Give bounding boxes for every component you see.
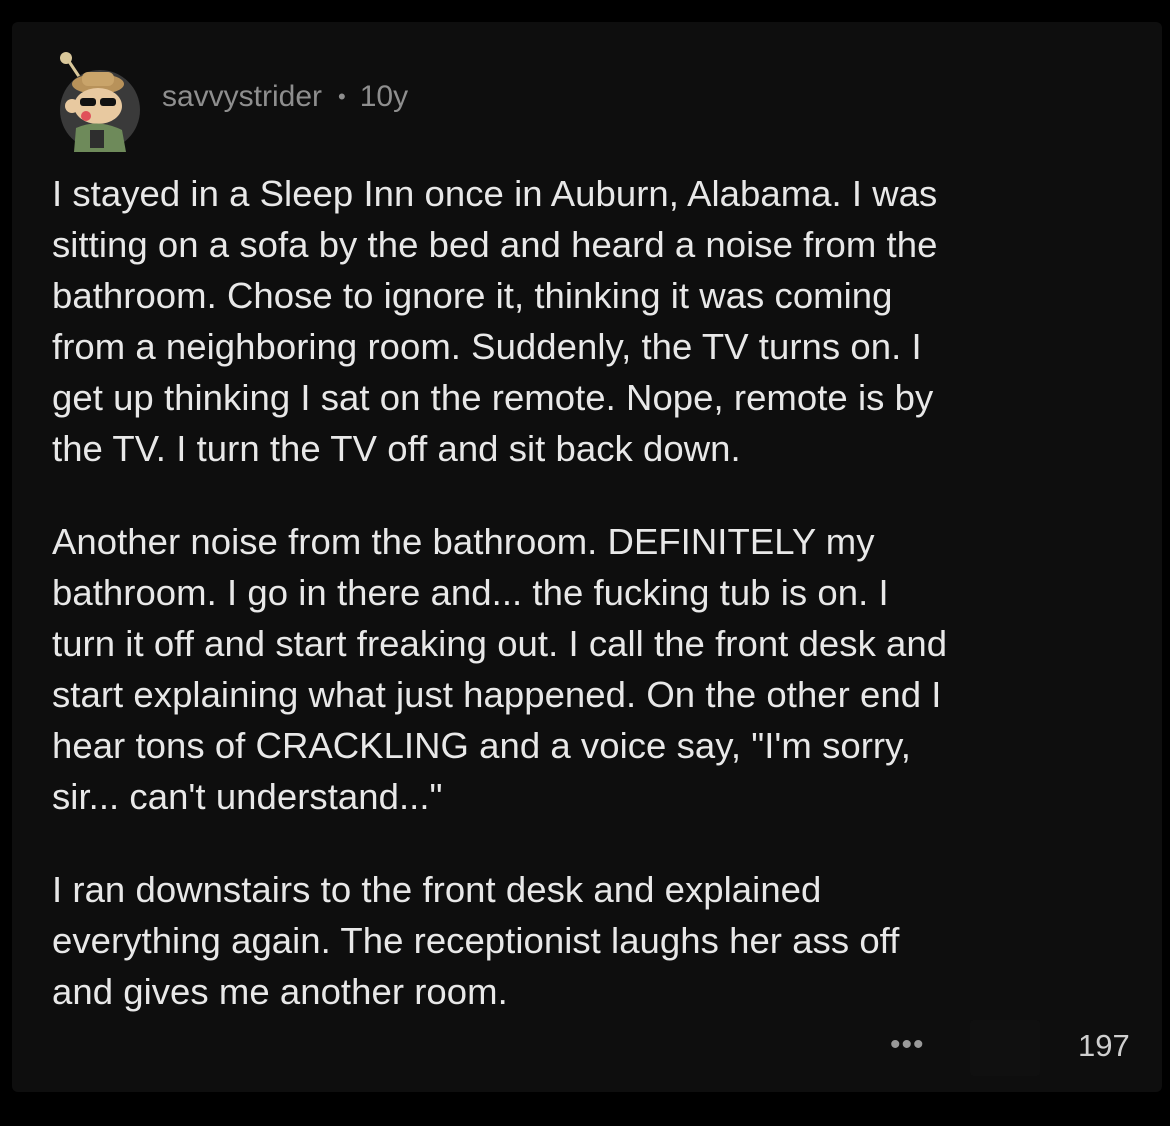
comment-age: 10y	[359, 80, 409, 113]
more-options-icon[interactable]: •••	[890, 1030, 925, 1060]
meta-separator: •	[338, 84, 346, 109]
comment-paragraph-3: I ran downstairs to the front desk and e…	[52, 869, 900, 1012]
snoo-avatar-icon	[60, 52, 140, 152]
comment-footer: ••• 197	[12, 1020, 1162, 1078]
comment-meta: savvystrider • 10y	[162, 80, 408, 114]
comment-header: savvystrider • 10y	[46, 40, 408, 160]
comment-paragraph-2: Another noise from the bathroom. DEFINIT…	[52, 521, 948, 817]
comment-body: I stayed in a Sleep Inn once in Auburn, …	[52, 168, 1152, 1059]
comment-card: savvystrider • 10y I stayed in a Sleep I…	[12, 22, 1162, 1092]
avatar[interactable]	[46, 48, 142, 152]
vote-button-area[interactable]	[970, 1020, 1040, 1076]
vote-count: 197	[1078, 1028, 1130, 1063]
author-name[interactable]: savvystrider	[162, 80, 322, 114]
comment-paragraph-1: I stayed in a Sleep Inn once in Auburn, …	[52, 173, 938, 469]
